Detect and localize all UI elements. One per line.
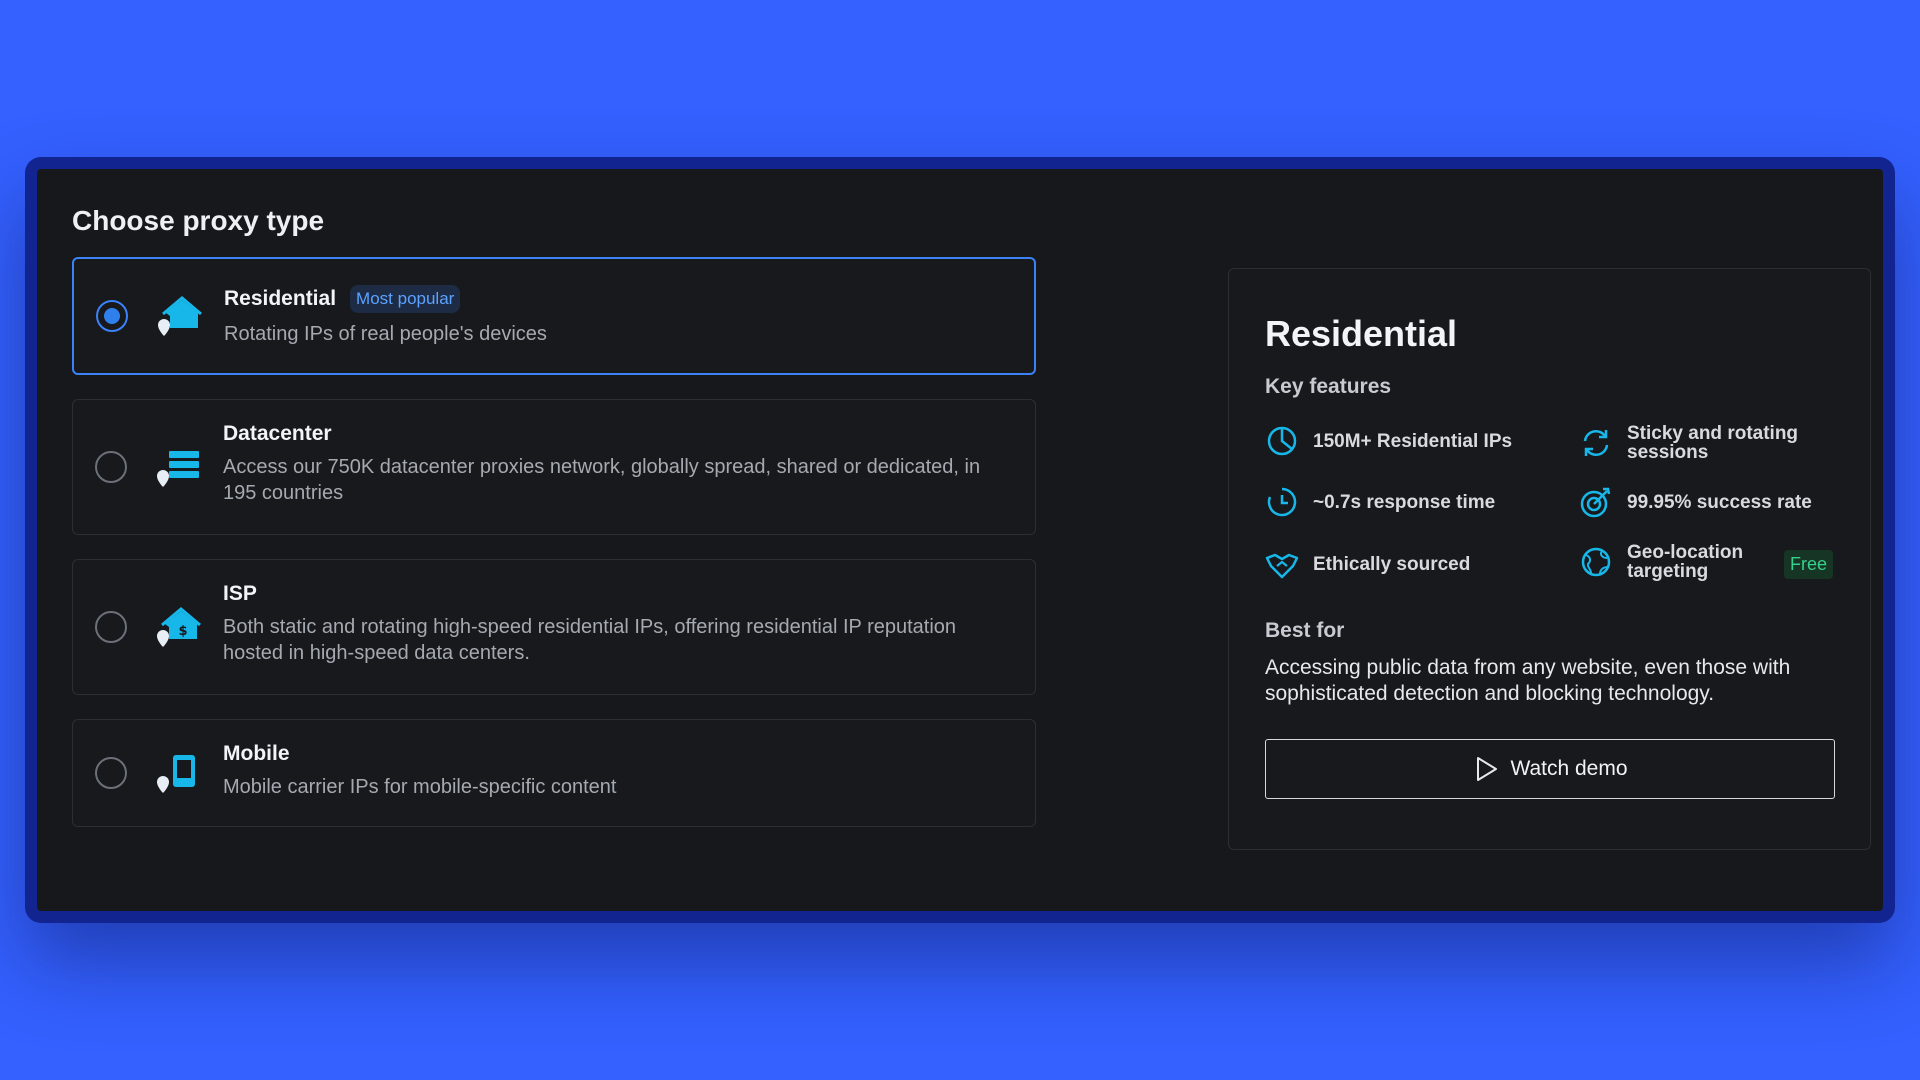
radio-mobile[interactable]	[95, 757, 127, 789]
proxy-description: Mobile carrier IPs for mobile-specific c…	[223, 776, 617, 798]
play-icon	[1477, 757, 1498, 781]
proxy-title: ISP	[223, 582, 257, 605]
server-pin-icon	[157, 451, 199, 487]
proxy-option-mobile[interactable]: Mobile Mobile carrier IPs for mobile-spe…	[72, 719, 1036, 827]
proxy-title: Mobile	[223, 742, 290, 765]
proxy-description: Access our 750K datacenter proxies netwo…	[223, 456, 981, 504]
page-title: Choose proxy type	[72, 205, 325, 236]
feature-item: Ethically sourced	[1265, 547, 1470, 581]
clock-icon	[1267, 487, 1297, 517]
feature-item: Sticky and rotating sessions	[1579, 424, 1819, 462]
proxy-panel: Choose proxy type Residential Most popul…	[37, 169, 1883, 911]
best-for-description: Accessing public data from any website, …	[1265, 656, 1791, 705]
phone-pin-icon	[157, 755, 195, 793]
feature-item: 99.95% success rate	[1579, 485, 1812, 519]
best-for-label: Best for	[1265, 619, 1345, 642]
proxy-option-residential[interactable]: Residential Most popular Rotating IPs of…	[72, 257, 1036, 375]
globe-icon	[1581, 547, 1611, 577]
watch-demo-label: Watch demo	[1510, 757, 1628, 780]
key-features-label: Key features	[1265, 375, 1392, 398]
proxy-option-datacenter[interactable]: Datacenter Access our 750K datacenter pr…	[72, 399, 1036, 535]
target-icon	[1580, 487, 1611, 518]
pie-chart-icon	[1267, 426, 1297, 456]
most-popular-badge: Most popular	[350, 285, 461, 313]
radio-isp[interactable]	[95, 611, 127, 643]
house-dollar-pin-icon: $	[157, 607, 201, 647]
house-pin-icon	[158, 296, 202, 336]
proxy-title: Datacenter	[223, 422, 332, 445]
proxy-description: Rotating IPs of real people's devices	[224, 323, 547, 345]
proxy-title: Residential	[224, 287, 337, 310]
radio-residential[interactable]	[96, 300, 128, 332]
handshake-icon	[1265, 553, 1299, 579]
rotate-icon	[1583, 429, 1609, 457]
feature-item: 150M+ Residential IPs	[1265, 424, 1512, 458]
detail-panel: Residential Key features 150M+ Residenti…	[1228, 268, 1871, 850]
watch-demo-button[interactable]: Watch demo	[1265, 739, 1835, 799]
feature-item: ~0.7s response time	[1265, 485, 1495, 519]
feature-item: Geo-location targeting	[1579, 543, 1769, 581]
proxy-option-isp[interactable]: $ ISP Both static and rotating high-spee…	[72, 559, 1036, 695]
free-badge: Free	[1784, 550, 1834, 579]
app-frame: Choose proxy type Residential Most popul…	[25, 157, 1895, 923]
detail-title: Residential	[1265, 313, 1458, 354]
radio-datacenter[interactable]	[95, 451, 127, 483]
proxy-description: Both static and rotating high-speed resi…	[223, 616, 957, 664]
svg-text:$: $	[178, 624, 187, 639]
